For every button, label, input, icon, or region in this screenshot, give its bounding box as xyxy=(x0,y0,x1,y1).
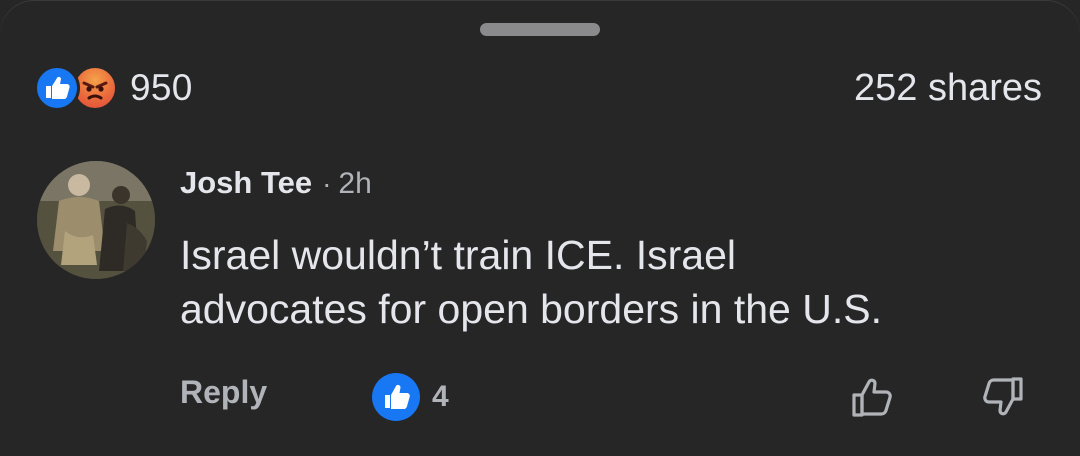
thumbs-up-icon xyxy=(852,378,892,417)
shares-count[interactable]: 252 shares xyxy=(854,67,1042,110)
thumbs-down-icon xyxy=(983,377,1023,416)
comment-line: Israel wouldn’t train ICE. Israel xyxy=(180,232,737,278)
downvote-button[interactable] xyxy=(975,371,1027,423)
comments-sheet-screen: 950 252 shares Josh Tee · 2h Israel woul… xyxy=(0,0,1080,456)
comment-timestamp[interactable]: 2h xyxy=(338,167,371,201)
comment-reaction-count[interactable]: 4 xyxy=(372,373,449,421)
bottom-sheet: 950 252 shares Josh Tee · 2h Israel woul… xyxy=(0,0,1080,456)
author-name[interactable]: Josh Tee xyxy=(180,165,312,201)
like-count: 4 xyxy=(432,380,449,413)
comment-line: advocates for open borders in the U.S. xyxy=(180,286,882,332)
separator-dot: · xyxy=(322,168,332,199)
reaction-count: 950 xyxy=(130,67,193,108)
comment-header: Josh Tee · 2h xyxy=(180,165,372,201)
avatar[interactable] xyxy=(37,161,155,279)
like-icon xyxy=(372,373,420,421)
upvote-button[interactable] xyxy=(848,371,900,423)
like-icon xyxy=(34,65,80,111)
reply-button[interactable]: Reply xyxy=(180,374,267,411)
comment-body: Israel wouldn’t train ICE. Israel advoca… xyxy=(180,228,1040,336)
drag-handle[interactable] xyxy=(480,23,600,36)
reaction-summary[interactable]: 950 xyxy=(34,64,193,112)
